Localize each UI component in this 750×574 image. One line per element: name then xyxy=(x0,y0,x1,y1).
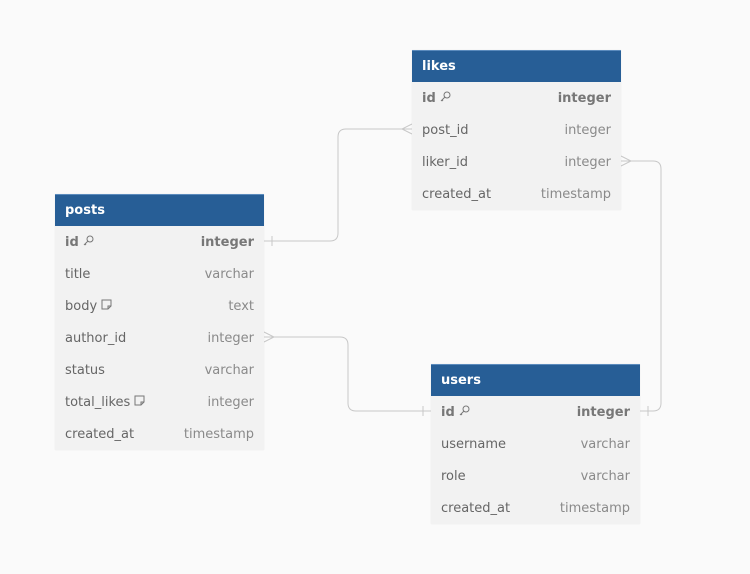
field-type: varchar xyxy=(204,362,254,378)
field-row[interactable]: title varchar xyxy=(55,258,264,290)
field-name: created_at xyxy=(422,186,492,202)
field-name: liker_id xyxy=(422,154,468,170)
note-icon xyxy=(101,299,112,313)
field-type: varchar xyxy=(580,436,630,452)
field-name: total_likes xyxy=(65,394,131,410)
field-type: timestamp xyxy=(540,186,611,202)
link-posts-author_id-users-id xyxy=(264,336,431,412)
field-name: created_at xyxy=(65,426,135,442)
field-name: title xyxy=(65,266,91,282)
field-type: integer xyxy=(207,394,254,410)
field-type: integer xyxy=(576,404,630,420)
field-type: timestamp xyxy=(183,426,254,442)
field-type: integer xyxy=(564,122,611,138)
field-row[interactable]: total_likes integer xyxy=(55,386,264,418)
field-name: role xyxy=(441,468,466,484)
field-row[interactable]: body text xyxy=(55,290,264,322)
field-row[interactable]: username varchar xyxy=(431,428,640,460)
field-name: username xyxy=(441,436,506,452)
table-header[interactable]: posts xyxy=(55,194,264,226)
field-name: id xyxy=(441,404,455,420)
table-posts[interactable]: posts id integer title varchar body text author… xyxy=(55,194,264,450)
field-type: integer xyxy=(200,234,254,250)
field-name: status xyxy=(65,362,105,378)
key-icon xyxy=(459,405,470,419)
field-row[interactable]: liker_id integer xyxy=(412,146,621,178)
table-header[interactable]: users xyxy=(431,364,640,396)
field-row[interactable]: author_id integer xyxy=(55,322,264,354)
field-type: text xyxy=(228,298,254,314)
field-row[interactable]: post_id integer xyxy=(412,114,621,146)
field-name: created_at xyxy=(441,500,511,516)
table-header[interactable]: likes xyxy=(412,50,621,82)
field-type: timestamp xyxy=(559,500,630,516)
table-users[interactable]: users id integer username varchar role varchar… xyxy=(431,364,640,524)
field-row[interactable]: id integer xyxy=(55,226,264,258)
field-row[interactable]: id integer xyxy=(412,82,621,114)
field-name: body xyxy=(65,298,98,314)
field-row[interactable]: id integer xyxy=(431,396,640,428)
field-row[interactable]: status varchar xyxy=(55,354,264,386)
note-icon xyxy=(134,395,145,409)
field-type: integer xyxy=(557,90,611,106)
field-type: varchar xyxy=(580,468,630,484)
field-name: id xyxy=(422,90,436,106)
key-icon xyxy=(440,91,451,105)
field-row[interactable]: created_at timestamp xyxy=(55,418,264,450)
field-row[interactable]: created_at timestamp xyxy=(412,178,621,210)
field-type: integer xyxy=(564,154,611,170)
link-likes-post_id-posts-id xyxy=(264,128,412,242)
field-name: id xyxy=(65,234,79,250)
field-name: author_id xyxy=(65,330,127,346)
field-row[interactable]: created_at timestamp xyxy=(431,492,640,524)
field-name: post_id xyxy=(422,122,469,138)
table-likes[interactable]: likes id integer post_id integer liker_id inte… xyxy=(412,50,621,210)
field-type: integer xyxy=(207,330,254,346)
field-type: varchar xyxy=(204,266,254,282)
key-icon xyxy=(83,235,94,249)
field-row[interactable]: role varchar xyxy=(431,460,640,492)
